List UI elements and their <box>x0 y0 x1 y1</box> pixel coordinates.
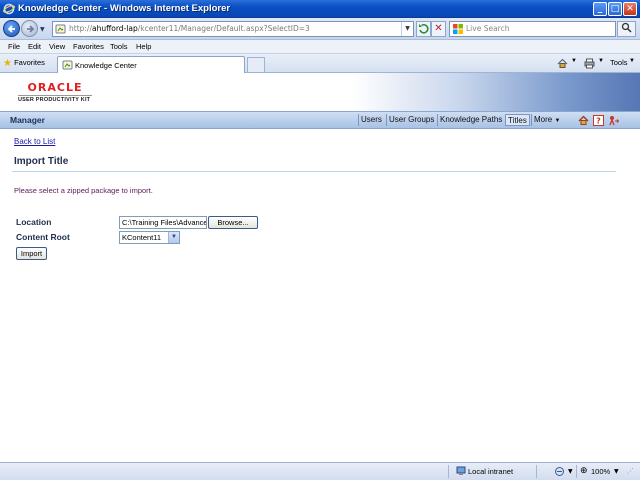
ie-icon <box>3 3 15 15</box>
menu-favorites[interactable]: Favorites <box>73 42 104 51</box>
magnifier-icon <box>621 22 632 33</box>
menu-edit[interactable]: Edit <box>28 42 41 51</box>
security-zone[interactable]: Local intranet <box>468 467 513 476</box>
help-icon[interactable]: ? <box>593 115 604 126</box>
app-header: ORACLE USER PRODUCTIVITY KIT <box>0 73 640 111</box>
brand-name: ORACLE <box>27 81 83 94</box>
maximize-button[interactable]: □ <box>608 2 622 16</box>
menu-tools[interactable]: Tools <box>110 42 128 51</box>
favorites-label: Favorites <box>14 58 45 67</box>
zoom-icon: ⊕ <box>580 466 588 476</box>
forward-button[interactable] <box>21 20 38 37</box>
menu-help[interactable]: Help <box>136 42 151 51</box>
manager-nav: Manager Users User Groups Knowledge Path… <box>0 111 640 129</box>
address-input[interactable]: http://ahufford-lap/kcenter11/Manager/De… <box>52 21 414 37</box>
status-bar: Local intranet ▼ ⊕ 100% ▼ ⋰ <box>0 462 640 480</box>
svg-text:?: ? <box>596 117 601 126</box>
location-label: Location <box>16 217 52 227</box>
nav-more[interactable]: More ▼ <box>531 114 562 126</box>
live-search-icon <box>453 24 463 34</box>
nav-users[interactable]: Users <box>358 114 384 126</box>
menu-bar: File Edit View Favorites Tools Help <box>0 40 640 54</box>
content-root-label: Content Root <box>16 232 70 242</box>
status-separator <box>536 465 537 478</box>
select-chevron-down-icon: ▼ <box>168 232 179 243</box>
refresh-icon <box>419 24 429 34</box>
tools-button[interactable]: Tools <box>610 58 628 67</box>
import-instruction: Please select a zipped package to import… <box>14 186 153 195</box>
zoom-dropdown-icon[interactable]: ▼ <box>614 468 619 475</box>
back-button[interactable] <box>3 20 20 37</box>
intranet-zone-icon <box>456 466 466 475</box>
page-icon <box>55 24 66 34</box>
menu-file[interactable]: File <box>8 42 20 51</box>
favorites-button[interactable]: ★ Favorites <box>3 57 45 70</box>
favorites-bar: ★ Favorites Knowledge Center ▼ ▼ Tools ▼ <box>0 54 640 73</box>
tools-dropdown-icon[interactable]: ▼ <box>629 58 635 64</box>
import-button[interactable]: Import <box>16 247 47 260</box>
nav-knowledge-paths[interactable]: Knowledge Paths <box>437 114 504 126</box>
forward-arrow-icon <box>27 25 35 33</box>
close-window-button[interactable]: ✕ <box>623 2 637 16</box>
nav-user-groups[interactable]: User Groups <box>386 114 436 126</box>
stop-button[interactable]: ✕ <box>431 21 446 37</box>
new-tab-button[interactable] <box>247 57 265 72</box>
tab-knowledge-center[interactable]: Knowledge Center <box>57 56 245 73</box>
logout-icon[interactable] <box>608 115 619 126</box>
tab-page-icon <box>62 60 73 70</box>
refresh-button[interactable] <box>416 21 431 37</box>
protected-mode-icon[interactable] <box>554 466 565 477</box>
print-dropdown-icon[interactable]: ▼ <box>598 58 604 64</box>
address-url: http://ahufford-lap/kcenter11/Manager/De… <box>69 24 310 33</box>
title-divider <box>12 171 616 172</box>
zoom-level[interactable]: 100% <box>591 467 610 476</box>
resize-grip-icon[interactable]: ⋰ <box>627 467 634 475</box>
browse-button[interactable]: Browse... <box>208 216 258 229</box>
status-separator <box>448 465 449 478</box>
search-placeholder: Live Search <box>466 24 510 33</box>
home-icon[interactable] <box>578 115 589 126</box>
menu-view[interactable]: View <box>49 42 65 51</box>
back-arrow-icon <box>7 25 15 33</box>
window-title: Knowledge Center - Windows Internet Expl… <box>18 3 231 14</box>
logo-divider <box>18 95 92 96</box>
protected-mode-dropdown-icon[interactable]: ▼ <box>568 468 573 475</box>
star-icon: ★ <box>3 58 12 69</box>
nav-more-label: More <box>534 115 553 124</box>
search-input[interactable]: Live Search <box>449 21 616 37</box>
section-title: Manager <box>10 115 45 125</box>
minimize-button[interactable]: _ <box>593 2 607 16</box>
page-title: Import Title <box>14 156 69 167</box>
status-separator <box>576 465 577 478</box>
nav-titles[interactable]: Titles <box>505 114 530 126</box>
home-dropdown-icon[interactable]: ▼ <box>571 58 577 64</box>
product-name: USER PRODUCTIVITY KIT <box>18 97 91 103</box>
recent-pages-dropdown-icon[interactable]: ▼ <box>40 26 45 33</box>
location-file-input[interactable]: C:\Training Files\Advanced <box>119 216 207 229</box>
content-root-value: KContent11 <box>122 233 162 242</box>
back-to-list-link[interactable]: Back to List <box>14 137 55 146</box>
address-dropdown-icon[interactable]: ▼ <box>401 22 413 36</box>
print-icon[interactable] <box>584 58 595 69</box>
home-toolbar-icon[interactable] <box>557 58 568 69</box>
window-title-bar[interactable]: Knowledge Center - Windows Internet Expl… <box>0 0 640 18</box>
content-root-select[interactable]: KContent11 ▼ <box>119 231 180 244</box>
oracle-logo: ORACLE USER PRODUCTIVITY KIT <box>18 81 92 103</box>
tab-label: Knowledge Center <box>75 61 137 70</box>
more-dropdown-icon: ▼ <box>554 118 561 124</box>
search-button[interactable] <box>617 21 636 37</box>
address-toolbar: ▼ http://ahufford-lap/kcenter11/Manager/… <box>0 18 640 40</box>
